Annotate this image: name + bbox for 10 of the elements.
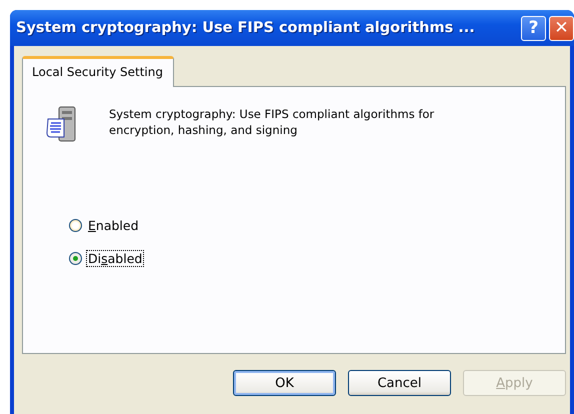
help-button[interactable]: ? <box>521 16 546 40</box>
radio-button[interactable] <box>69 252 82 265</box>
cancel-button[interactable]: Cancel <box>348 370 451 396</box>
tab[interactable]: Local Security Setting <box>22 56 174 87</box>
ok-button[interactable]: OK <box>233 370 336 396</box>
radio-button[interactable] <box>69 219 82 232</box>
policy-description: System cryptography: Use FIPS compliant algorithms for encryption, hashing, and signing <box>109 106 436 138</box>
window-title: System cryptography: Use FIPS compliant algorithms ... <box>16 20 476 36</box>
option-label[interactable]: Enabled <box>86 217 141 234</box>
option-label[interactable]: Disabled <box>86 250 144 267</box>
